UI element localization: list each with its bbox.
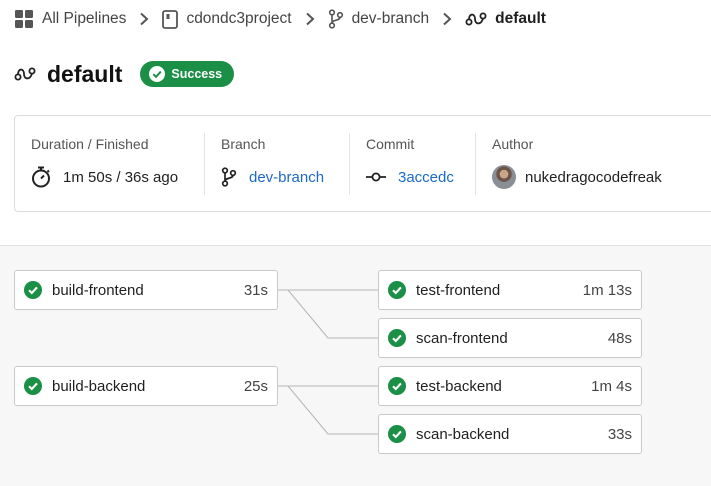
status-badge-label: Success — [171, 67, 223, 81]
git-branch-icon — [221, 167, 237, 187]
divider — [349, 133, 350, 195]
job-name: scan-frontend — [416, 329, 508, 347]
grid-icon — [14, 9, 34, 29]
job-test-frontend[interactable]: test-frontend 1m 13s — [378, 270, 642, 310]
chevron-right-icon — [442, 12, 452, 26]
check-circle-icon — [388, 377, 406, 395]
breadcrumb: All Pipelines cdondc3project dev-branch — [14, 8, 546, 30]
check-circle-icon — [388, 281, 406, 299]
job-duration: 48s — [607, 329, 632, 347]
branch-link[interactable]: dev-branch — [249, 169, 324, 186]
job-scan-backend[interactable]: scan-backend 33s — [378, 414, 642, 454]
job-name: scan-backend — [416, 425, 510, 443]
duration-label: Duration / Finished — [31, 136, 149, 152]
check-circle-icon — [388, 425, 406, 443]
check-circle-icon — [149, 66, 166, 82]
connector-build-backend-scan-backend — [278, 385, 378, 435]
connector-build-frontend-scan-frontend — [278, 289, 378, 339]
pipeline-icon — [465, 11, 487, 27]
commit-link[interactable]: 3accedc — [398, 169, 454, 186]
job-duration: 31s — [243, 281, 268, 299]
divider — [475, 133, 476, 195]
commit-label: Commit — [366, 136, 415, 152]
breadcrumb-project-label: cdondc3project — [186, 10, 292, 27]
breadcrumb-all-pipelines[interactable]: All Pipelines — [14, 9, 126, 29]
divider — [204, 133, 205, 195]
check-circle-icon — [24, 377, 42, 395]
git-branch-icon — [328, 9, 344, 29]
chevron-right-icon — [139, 12, 149, 26]
job-duration: 33s — [607, 425, 632, 443]
breadcrumb-branch-label: dev-branch — [351, 10, 430, 27]
duration-value-row: 1m 50s / 36s ago — [31, 165, 178, 189]
author-value-row: nukedragocodefreak — [492, 165, 662, 189]
job-test-backend[interactable]: test-backend 1m 4s — [378, 366, 642, 406]
git-commit-icon — [366, 171, 386, 183]
status-badge: Success — [140, 61, 235, 87]
breadcrumb-project[interactable]: cdondc3project — [162, 9, 292, 29]
page-title: default — [47, 60, 123, 87]
job-build-backend[interactable]: build-backend 25s — [14, 366, 278, 406]
job-duration: 25s — [243, 377, 268, 395]
job-name: test-frontend — [416, 281, 501, 299]
chevron-right-icon — [305, 12, 315, 26]
check-circle-icon — [388, 329, 406, 347]
breadcrumb-pipeline: default — [465, 10, 546, 28]
stopwatch-icon — [31, 166, 51, 188]
job-build-frontend[interactable]: build-frontend 31s — [14, 270, 278, 310]
duration-value: 1m 50s / 36s ago — [63, 168, 179, 186]
pipeline-summary-card: Duration / Finished 1m 50s / 36s ago Bra… — [14, 115, 711, 212]
avatar — [492, 165, 516, 189]
page-header: default Success — [14, 58, 235, 90]
pipeline-icon — [14, 66, 36, 82]
branch-label: Branch — [221, 136, 266, 152]
job-name: test-backend — [416, 377, 502, 395]
commit-value-row: 3accedc — [366, 165, 454, 189]
pipeline-graph: build-frontend 31s build-backend 25s tes… — [0, 245, 711, 486]
job-name: build-frontend — [52, 281, 144, 299]
author-name: nukedragocodefreak — [525, 168, 662, 186]
job-duration: 1m 4s — [591, 377, 632, 395]
author-label: Author — [492, 136, 534, 152]
repo-icon — [162, 9, 179, 29]
check-circle-icon — [24, 281, 42, 299]
breadcrumb-all-pipelines-label: All Pipelines — [42, 10, 127, 27]
breadcrumb-pipeline-label: default — [495, 10, 546, 27]
branch-value-row: dev-branch — [221, 165, 324, 189]
job-duration: 1m 13s — [582, 281, 632, 299]
breadcrumb-branch[interactable]: dev-branch — [328, 9, 430, 29]
job-scan-frontend[interactable]: scan-frontend 48s — [378, 318, 642, 358]
job-name: build-backend — [52, 377, 146, 395]
